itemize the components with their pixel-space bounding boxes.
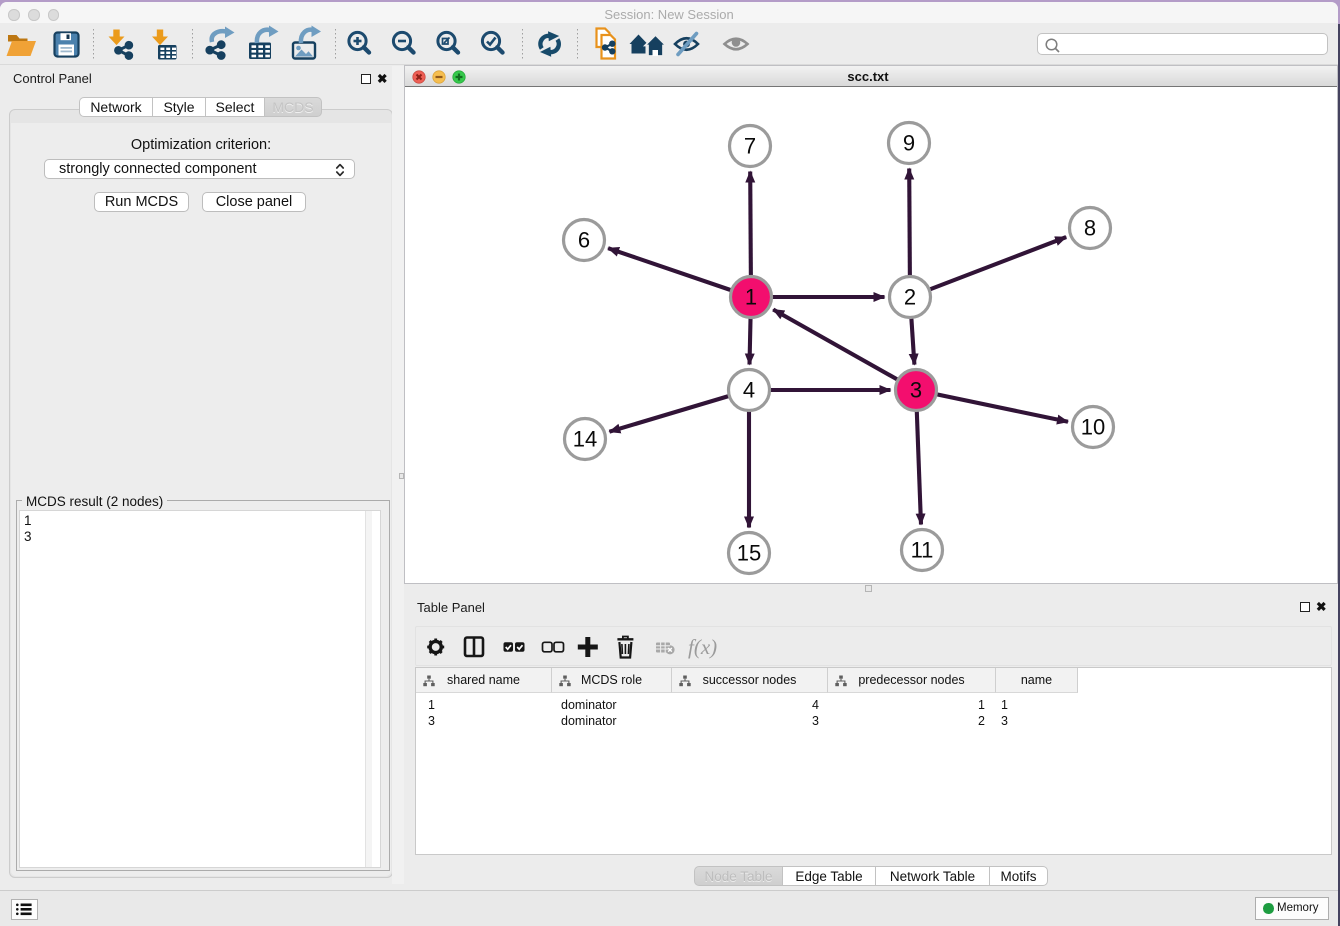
svg-text:8: 8 (1084, 216, 1096, 241)
svg-text:7: 7 (744, 134, 756, 159)
svg-text:4: 4 (743, 378, 755, 403)
svg-text:9: 9 (903, 131, 915, 156)
svg-text:2: 2 (904, 285, 916, 310)
svg-text:f(x): f(x) (688, 635, 717, 659)
svg-text:11: 11 (911, 538, 934, 563)
svg-text:6: 6 (578, 228, 590, 253)
svg-text:14: 14 (573, 427, 597, 452)
svg-text:10: 10 (1081, 415, 1105, 440)
svg-text:1: 1 (745, 285, 757, 310)
svg-text:3: 3 (910, 378, 922, 403)
svg-text:15: 15 (737, 541, 761, 566)
